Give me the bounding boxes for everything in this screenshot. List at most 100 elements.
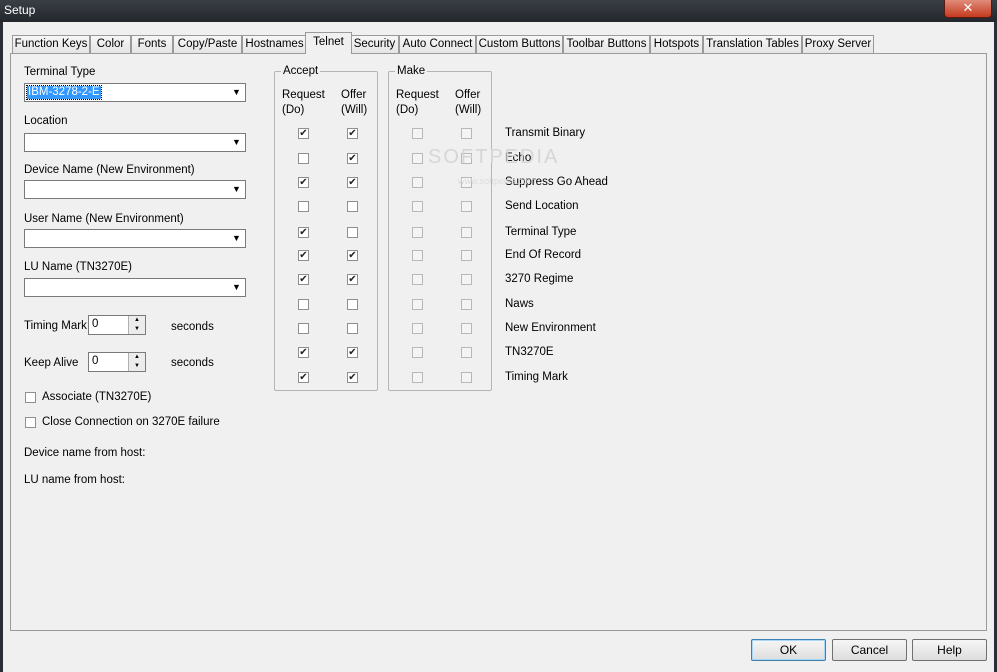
accept-do-checkbox[interactable]: ✔: [298, 372, 309, 383]
close-connection-checkbox[interactable]: [25, 417, 36, 428]
make-will-checkbox[interactable]: [461, 201, 472, 212]
option-label: New Environment: [505, 322, 596, 334]
close-connection-label[interactable]: Close Connection on 3270E failure: [42, 416, 220, 428]
accept-will-checkbox[interactable]: ✔: [347, 128, 358, 139]
tab-copy-paste[interactable]: Copy/Paste: [173, 35, 242, 53]
tab-custom-buttons[interactable]: Custom Buttons: [476, 35, 563, 53]
make-do-checkbox[interactable]: [412, 323, 423, 334]
accept-do-checkbox[interactable]: ✔: [298, 128, 309, 139]
title-bar[interactable]: [0, 0, 997, 22]
make-do-checkbox[interactable]: [412, 227, 423, 238]
spin-down-icon[interactable]: ▼: [129, 362, 145, 371]
ok-button[interactable]: OK: [751, 639, 826, 661]
device-name-combo[interactable]: ▼: [24, 180, 246, 199]
tab-hotspots[interactable]: Hotspots: [650, 35, 703, 53]
accept-will-checkbox[interactable]: ✔: [347, 153, 358, 164]
associate-checkbox[interactable]: [25, 392, 36, 403]
tab-translation-tables[interactable]: Translation Tables: [703, 35, 802, 53]
tab-fonts[interactable]: Fonts: [131, 35, 173, 53]
make-group-title: Make: [395, 65, 428, 77]
lu-name-from-host-label: LU name from host:: [24, 474, 125, 486]
accept-will-checkbox[interactable]: ✔: [347, 372, 358, 383]
close-icon: ✕: [962, 0, 974, 15]
accept-do-checkbox[interactable]: ✔: [298, 227, 309, 238]
accept-will-checkbox[interactable]: ✔: [347, 177, 358, 188]
accept-will-checkbox[interactable]: ✔: [347, 274, 358, 285]
keep-alive-unit: seconds: [171, 357, 214, 369]
user-name-combo[interactable]: ▼: [24, 229, 246, 248]
accept-do-checkbox[interactable]: [298, 201, 309, 212]
make-will-checkbox[interactable]: [461, 347, 472, 358]
tab-hostnames[interactable]: Hostnames: [242, 35, 307, 53]
device-name-label: Device Name (New Environment): [24, 164, 195, 176]
accept-do-checkbox[interactable]: [298, 323, 309, 334]
make-will-checkbox[interactable]: [461, 323, 472, 334]
chevron-down-icon[interactable]: ▼: [229, 85, 244, 100]
terminal-type-combo[interactable]: IBM-3278-2-E ▼: [24, 83, 246, 102]
timing-mark-stepper[interactable]: 0 ▲ ▼: [88, 315, 146, 335]
location-combo[interactable]: ▼: [24, 133, 246, 152]
make-will-checkbox[interactable]: [461, 128, 472, 139]
help-button[interactable]: Help: [912, 639, 987, 661]
tab-toolbar-buttons[interactable]: Toolbar Buttons: [563, 35, 650, 53]
lu-name-value: [27, 281, 29, 294]
accept-will-checkbox[interactable]: ✔: [347, 250, 358, 261]
make-do-checkbox[interactable]: [412, 372, 423, 383]
option-label: TN3270E: [505, 346, 554, 358]
tab-color[interactable]: Color: [90, 35, 131, 53]
accept-group-title: Accept: [281, 65, 321, 77]
accept-offer-sub: (Will): [341, 104, 368, 116]
accept-will-checkbox[interactable]: ✔: [347, 347, 358, 358]
user-name-value: [27, 232, 29, 245]
tab-telnet[interactable]: Telnet: [305, 32, 352, 54]
keep-alive-value: 0: [92, 355, 99, 367]
keep-alive-stepper[interactable]: 0 ▲ ▼: [88, 352, 146, 372]
make-do-checkbox[interactable]: [412, 177, 423, 188]
accept-will-checkbox[interactable]: [347, 201, 358, 212]
make-request-sub: (Do): [396, 104, 419, 116]
close-button[interactable]: ✕: [944, 0, 992, 18]
make-do-checkbox[interactable]: [412, 299, 423, 310]
tab-security[interactable]: Security: [350, 35, 399, 53]
accept-offer-header: Offer: [341, 89, 367, 101]
make-offer-sub: (Will): [455, 104, 482, 116]
timing-mark-label: Timing Mark: [24, 320, 87, 332]
make-will-checkbox[interactable]: [461, 299, 472, 310]
associate-label[interactable]: Associate (TN3270E): [42, 391, 151, 403]
chevron-down-icon[interactable]: ▼: [229, 182, 244, 197]
make-will-checkbox[interactable]: [461, 227, 472, 238]
accept-do-checkbox[interactable]: ✔: [298, 274, 309, 285]
accept-will-checkbox[interactable]: [347, 323, 358, 334]
option-label: Naws: [505, 298, 534, 310]
device-name-value: [27, 183, 29, 196]
tab-function-keys[interactable]: Function Keys: [12, 35, 90, 53]
accept-group: [274, 71, 378, 391]
cancel-button[interactable]: Cancel: [832, 639, 907, 661]
accept-will-checkbox[interactable]: [347, 299, 358, 310]
make-will-checkbox[interactable]: [461, 274, 472, 285]
watermark-url: www.softpedia.com: [458, 176, 536, 186]
tab-proxy-server[interactable]: Proxy Server: [802, 35, 874, 53]
chevron-down-icon[interactable]: ▼: [229, 231, 244, 246]
chevron-down-icon[interactable]: ▼: [229, 135, 244, 150]
accept-do-checkbox[interactable]: ✔: [298, 250, 309, 261]
spin-down-icon[interactable]: ▼: [129, 325, 145, 334]
make-do-checkbox[interactable]: [412, 347, 423, 358]
accept-do-checkbox[interactable]: ✔: [298, 177, 309, 188]
make-will-checkbox[interactable]: [461, 372, 472, 383]
accept-do-checkbox[interactable]: ✔: [298, 347, 309, 358]
chevron-down-icon[interactable]: ▼: [229, 280, 244, 295]
make-will-checkbox[interactable]: [461, 250, 472, 261]
option-label: Timing Mark: [505, 371, 568, 383]
make-do-checkbox[interactable]: [412, 201, 423, 212]
accept-will-checkbox[interactable]: [347, 227, 358, 238]
make-do-checkbox[interactable]: [412, 250, 423, 261]
make-offer-header: Offer: [455, 89, 481, 101]
tab-auto-connect[interactable]: Auto Connect: [399, 35, 476, 53]
make-do-checkbox[interactable]: [412, 128, 423, 139]
lu-name-combo[interactable]: ▼: [24, 278, 246, 297]
accept-do-checkbox[interactable]: [298, 153, 309, 164]
make-do-checkbox[interactable]: [412, 274, 423, 285]
accept-do-checkbox[interactable]: [298, 299, 309, 310]
make-do-checkbox[interactable]: [412, 153, 423, 164]
